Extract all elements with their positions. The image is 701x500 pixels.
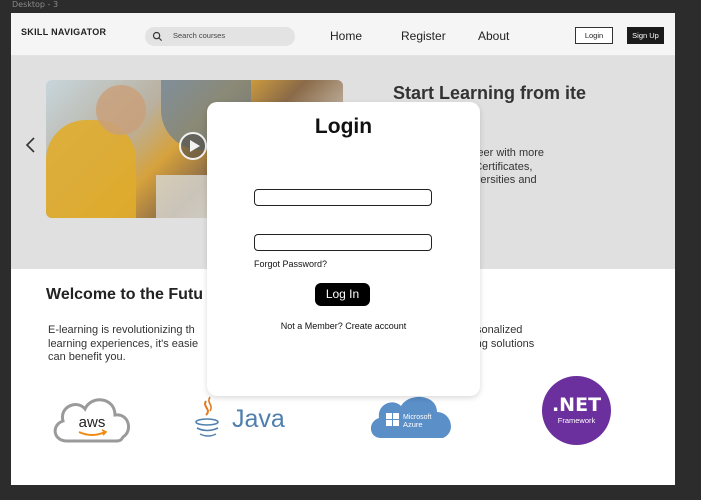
search-input[interactable]: Search courses [173,31,225,40]
welcome-title: Welcome to the Futu [46,286,204,303]
search-bar[interactable]: Search courses [145,27,295,46]
java-logo: Java [195,396,285,437]
desktop-frame: SKILL NAVIGATOR Search courses Home Regi… [11,13,675,485]
frame-label: Desktop - 3 [12,0,59,9]
chevron-left-icon[interactable] [24,136,36,154]
navbar: SKILL NAVIGATOR Search courses Home Regi… [11,13,675,56]
login-modal: Login Forgot Password? Log In Not a Memb… [207,102,480,396]
brand-logo[interactable]: SKILL NAVIGATOR [21,27,106,37]
nav-about[interactable]: About [478,29,509,43]
password-field[interactable] [254,234,432,251]
play-icon[interactable] [179,132,207,160]
login-button[interactable]: Login [575,27,613,44]
username-field[interactable] [254,189,432,206]
create-account-link[interactable]: Not a Member? Create account [207,321,480,331]
svg-text:Java: Java [232,405,285,433]
signup-button[interactable]: Sign Up [627,27,664,44]
nav-home[interactable]: Home [330,29,362,43]
aws-logo: aws [53,398,131,443]
login-submit-button[interactable]: Log In [315,283,370,306]
svg-text:Azure: Azure [403,420,423,429]
hero-title: Start Learning from ite [393,83,587,103]
svg-text:aws: aws [79,414,106,431]
search-icon [152,31,163,42]
nav-register[interactable]: Register [401,29,446,43]
dotnet-logo: .NET Framework [542,376,611,445]
azure-logo: Microsoft Azure [370,396,451,438]
modal-title: Login [314,115,373,138]
forgot-password-link[interactable]: Forgot Password? [254,259,327,269]
